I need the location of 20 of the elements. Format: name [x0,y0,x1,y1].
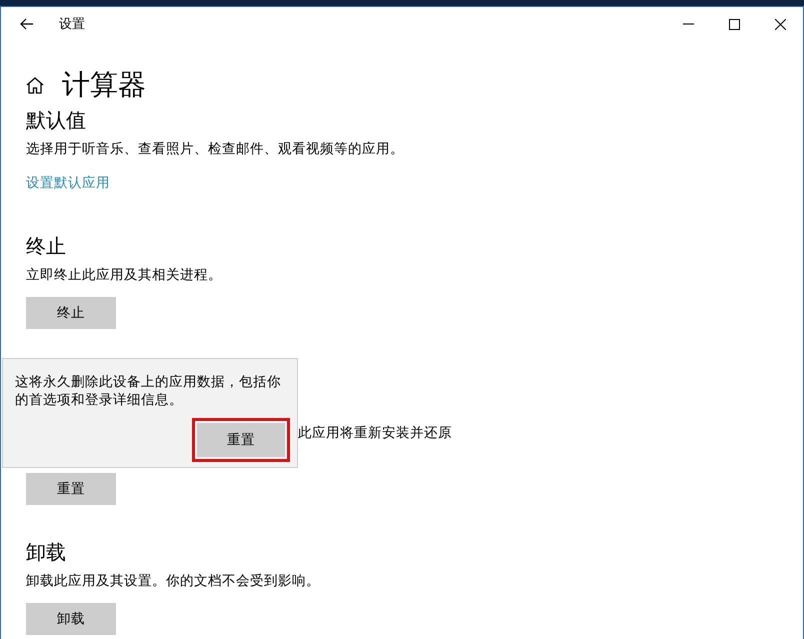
section-description: 此应用将重新安装并还原 [298,424,452,443]
window-title: 设置 [59,16,86,33]
action-button[interactable]: 重置 [26,473,116,505]
section-heading: 终止 [26,233,67,259]
minimize-icon [682,23,694,25]
section-description: 卸载此应用及其设置。你的文档不会受到影响。 [26,572,321,591]
section-heading: 默认值 [26,107,87,133]
home-icon[interactable] [26,76,44,94]
back-arrow-icon [20,18,34,30]
confirm-reset-button[interactable]: 重置 [197,423,285,457]
settings-link[interactable]: 设置默认应用 [26,173,110,193]
action-button[interactable]: 终止 [26,297,116,329]
maximize-icon [728,18,740,30]
close-icon [774,18,786,30]
section-heading: 卸载 [26,539,67,565]
page-title: 计算器 [62,67,146,103]
action-button[interactable]: 卸载 [26,603,116,635]
section-description: 立即终止此应用及其相关进程。 [26,266,223,285]
confirm-message: 这将永久删除此设备上的应用数据，包括你的首选项和登录详细信息。 [15,373,282,409]
section-description: 选择用于听音乐、查看照片、检查邮件、观看视频等的应用。 [26,140,405,159]
